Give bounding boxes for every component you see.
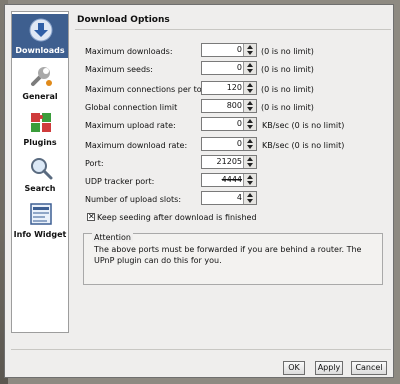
spinbox-value: 0 (236, 63, 242, 72)
max-upload-rate-label: Maximum upload rate: (85, 121, 176, 130)
max-upload-rate-hint: KB/sec (0 is no limit) (262, 121, 345, 130)
spin-arrows-icon[interactable] (243, 82, 256, 94)
spinbox-value: 0 (236, 45, 242, 54)
global-connection-limit-spinbox[interactable]: 800 (201, 99, 257, 113)
spin-arrows-icon[interactable] (243, 192, 256, 204)
cancel-button[interactable]: Cancel (351, 361, 387, 375)
sidebar-item-label: Downloads (15, 46, 65, 55)
spin-arrows-icon[interactable] (243, 156, 256, 168)
spinbox-value: 0 (236, 139, 242, 148)
max-seeds-hint: (0 is no limit) (261, 65, 314, 74)
spinbox-value: 21205 (216, 157, 242, 166)
ok-button[interactable]: OK (283, 361, 305, 375)
sidebar: Downloads General Plugins Search Info Wi… (11, 11, 69, 333)
keep-seeding-checkbox[interactable]: ✕ (87, 212, 95, 221)
max-connections-hint: (0 is no limit) (261, 85, 314, 94)
max-downloads-spinbox[interactable]: 0 (201, 43, 257, 57)
wrench-icon (31, 67, 52, 86)
page-title: Download Options (77, 15, 170, 25)
global-connection-limit-label: Global connection limit (85, 103, 178, 112)
spin-arrows-icon[interactable] (243, 138, 256, 150)
sidebar-item-label: General (22, 92, 58, 101)
spin-arrows-icon[interactable] (243, 100, 256, 112)
max-downloads-label: Maximum downloads: (85, 47, 173, 56)
max-seeds-spinbox[interactable]: 0 (201, 61, 257, 75)
keep-seeding-label[interactable]: Keep seeding after download is finished (97, 213, 257, 222)
spin-arrows-icon[interactable] (243, 118, 256, 130)
port-spinbox[interactable]: 21205 (201, 155, 257, 169)
max-seeds-label: Maximum seeds: (85, 65, 153, 74)
info-widget-icon (30, 203, 52, 225)
bottom-divider (11, 349, 391, 350)
preferences-dialog: Downloads General Plugins Search Info Wi… (4, 4, 394, 378)
upload-slots-label: Number of upload slots: (85, 195, 182, 204)
checkmark-icon: ✕ (88, 212, 95, 221)
apply-button[interactable]: Apply (315, 361, 343, 375)
download-icon (29, 18, 53, 42)
max-download-rate-label: Maximum download rate: (85, 141, 188, 150)
magnifier-icon (31, 158, 53, 180)
attention-text: The above ports must be forwarded if you… (94, 245, 362, 265)
max-download-rate-hint: KB/sec (0 is no limit) (262, 141, 345, 150)
upload-slots-spinbox[interactable]: 4 (201, 191, 257, 205)
udp-tracker-port-label: UDP tracker port: (85, 177, 155, 186)
spin-arrows-icon[interactable] (243, 44, 256, 56)
max-downloads-hint: (0 is no limit) (261, 47, 314, 56)
spinbox-value: 0 (236, 119, 242, 128)
attention-title: Attention (92, 233, 133, 242)
spinbox-value: 800 (226, 101, 242, 110)
sidebar-item-label: Plugins (23, 138, 57, 147)
sidebar-item-label: Info Widget (13, 230, 67, 239)
sidebar-item-plugins[interactable]: Plugins (12, 106, 68, 150)
global-connection-limit-hint: (0 is no limit) (261, 103, 314, 112)
spinbox-value: 120 (226, 83, 242, 92)
sidebar-item-info-widget[interactable]: Info Widget (12, 198, 68, 242)
puzzle-icon (31, 113, 51, 132)
sidebar-item-search[interactable]: Search (12, 152, 68, 196)
max-connections-spinbox[interactable]: 120 (201, 81, 257, 95)
max-upload-rate-spinbox[interactable]: 0 (201, 117, 257, 131)
udp-tracker-port-spinbox[interactable]: 4444 (201, 173, 257, 187)
spinbox-value: 4 (236, 193, 242, 202)
port-label: Port: (85, 159, 104, 168)
spin-arrows-icon[interactable] (243, 62, 256, 74)
spin-arrows-icon[interactable] (243, 174, 256, 186)
sidebar-item-general[interactable]: General (12, 60, 68, 104)
attention-groupbox: Attention The above ports must be forwar… (83, 233, 383, 285)
title-divider (75, 29, 391, 30)
sidebar-item-label: Search (24, 184, 56, 193)
spinbox-value: 4444 (221, 175, 242, 184)
sidebar-item-downloads[interactable]: Downloads (12, 14, 68, 58)
max-download-rate-spinbox[interactable]: 0 (201, 137, 257, 151)
